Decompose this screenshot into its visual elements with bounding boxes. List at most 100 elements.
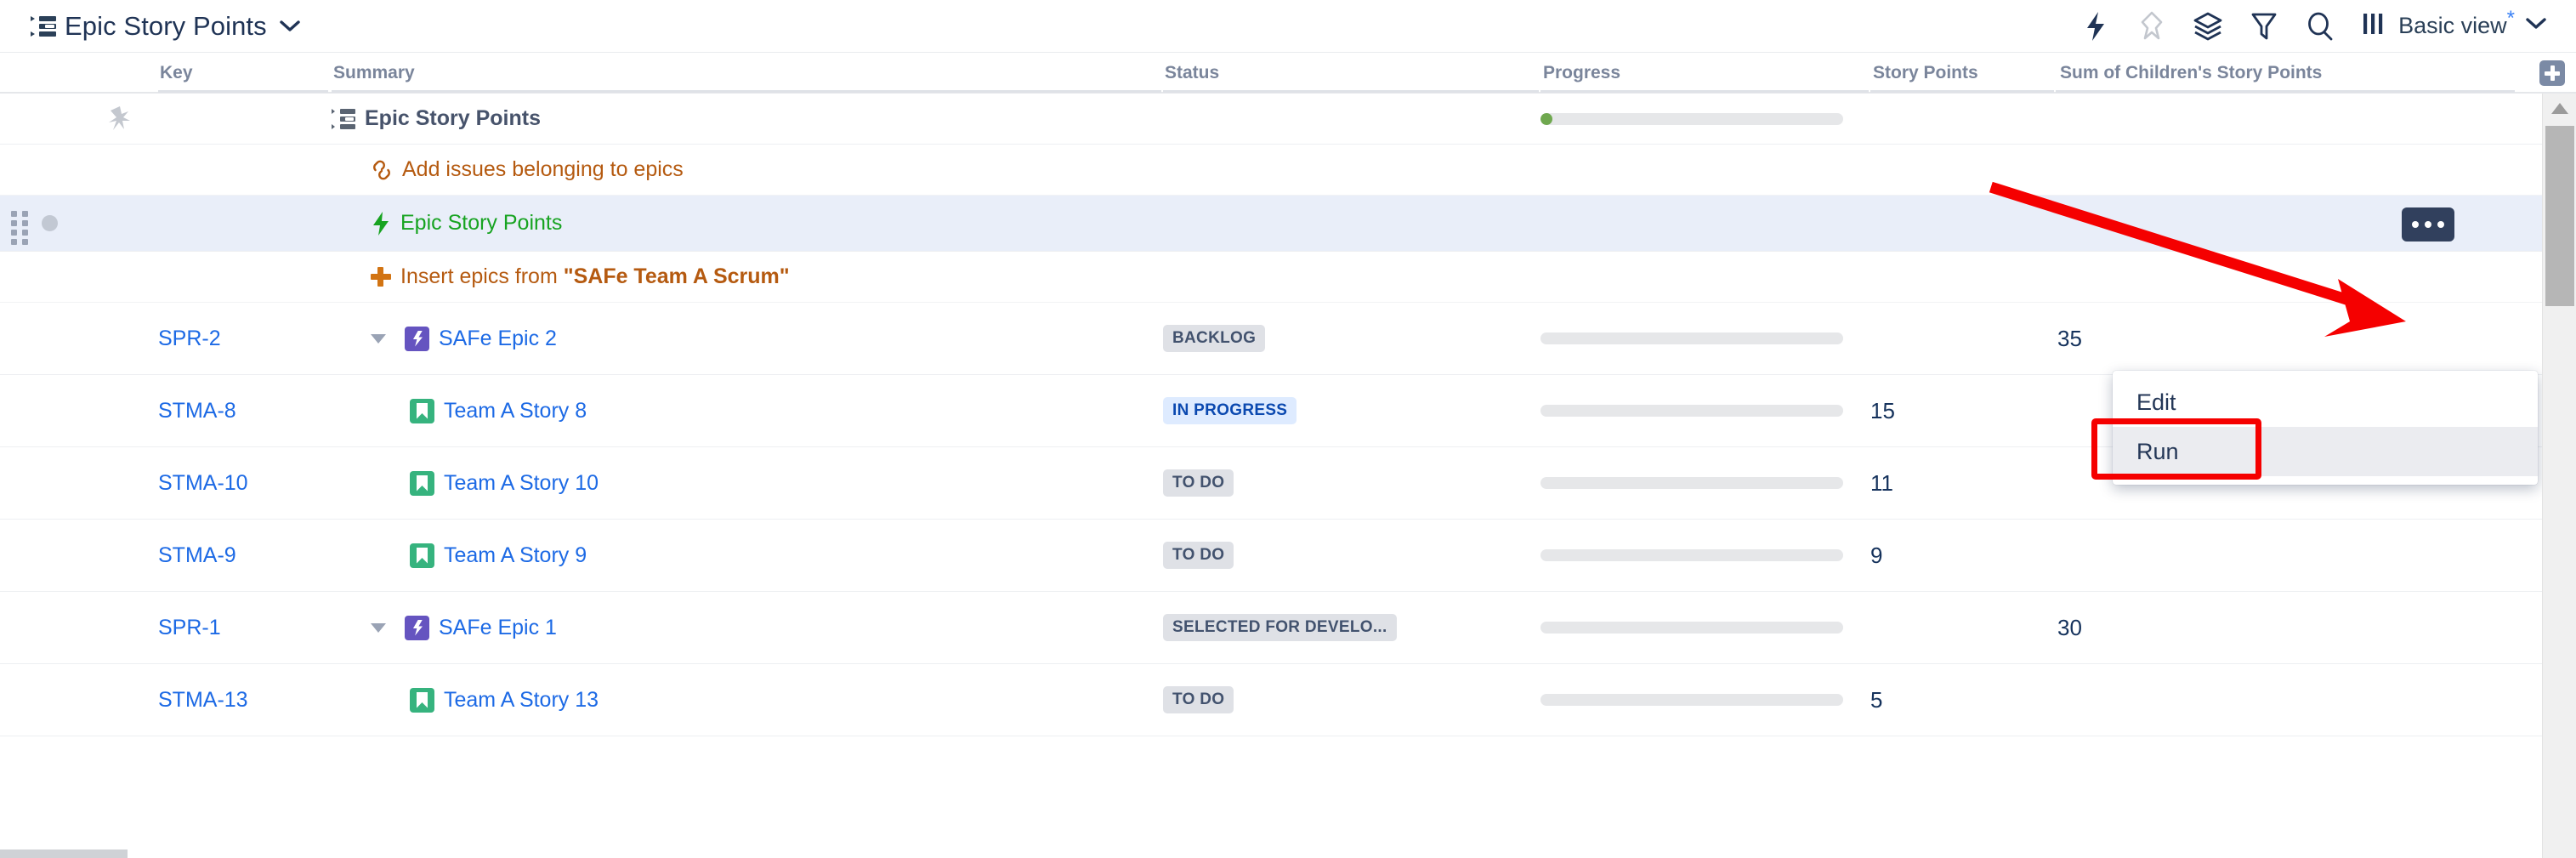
vertical-scrollbar[interactable]: [2542, 94, 2576, 858]
row-summary-text: Epic Story Points: [365, 106, 541, 131]
column-header-row: Key Summary Status Progress Story Points…: [0, 53, 2576, 94]
magic-wand-icon: [94, 94, 145, 144]
row-key-link[interactable]: STMA-8: [158, 399, 236, 423]
view-modified-marker: *: [2507, 7, 2515, 30]
row-summary-text[interactable]: Epic Story Points: [400, 211, 562, 236]
row-summary: SAFe Epic 1: [332, 592, 1139, 663]
link-icon: [371, 159, 393, 181]
row-summary-prefix: Insert epics from: [400, 264, 564, 288]
row-summary-text[interactable]: Team A Story 9: [444, 543, 587, 568]
row-summary-text[interactable]: Team A Story 8: [444, 399, 587, 423]
row-summary-text[interactable]: Add issues belonging to epics: [402, 157, 684, 182]
row-summary: Team A Story 10: [332, 447, 1139, 519]
chevron-down-icon[interactable]: [2525, 16, 2547, 36]
row-key-link[interactable]: STMA-13: [158, 688, 248, 713]
row-summary-text[interactable]: Team A Story 13: [444, 688, 599, 713]
row-summary-text[interactable]: Team A Story 10: [444, 471, 599, 496]
scroll-up-button[interactable]: [2543, 94, 2576, 122]
row-key-link[interactable]: STMA-10: [158, 471, 248, 496]
pin-icon[interactable]: [2133, 8, 2170, 45]
row-key[interactable]: STMA-13: [158, 664, 311, 736]
row-marker: [42, 215, 58, 231]
row-summary: Epic Story Points: [332, 94, 1139, 144]
progress-bar: [1540, 405, 1843, 417]
status-cell: SELECTED FOR DEVELO...: [1163, 592, 1520, 663]
status-badge: IN PROGRESS: [1163, 397, 1297, 424]
automation-icon[interactable]: [2077, 8, 2114, 45]
table-row[interactable]: Epic Story Points: [0, 94, 2542, 145]
row-key[interactable]: STMA-9: [158, 520, 311, 591]
page-title: Epic Story Points: [65, 11, 267, 42]
story-points-value: 15: [1870, 398, 1895, 424]
table-row[interactable]: STMA-13 Team A Story 13 TO DO 5: [0, 664, 2542, 736]
column-header-status[interactable]: Status: [1165, 63, 1219, 83]
structure-title-block[interactable]: Epic Story Points: [31, 11, 301, 42]
progress-bar: [1540, 549, 1843, 561]
scrollbar-thumb[interactable]: [2545, 126, 2574, 306]
structure-icon: [332, 109, 355, 129]
row-summary: Insert epics from "SAFe Team A Scrum": [332, 252, 1139, 302]
progress-cell: [1540, 94, 1847, 144]
row-key[interactable]: STMA-10: [158, 447, 311, 519]
row-key[interactable]: SPR-1: [158, 592, 311, 663]
row-actions-button[interactable]: [2402, 207, 2454, 241]
story-icon: [410, 399, 434, 423]
table-row[interactable]: Add issues belonging to epics: [0, 145, 2542, 196]
story-points-cell: 9: [1870, 520, 1998, 591]
horizontal-scrollbar-thumb[interactable]: [0, 849, 128, 858]
column-header-key[interactable]: Key: [160, 63, 193, 83]
column-header-sum-children[interactable]: Sum of Children's Story Points: [2060, 63, 2322, 83]
menu-item-run[interactable]: Run: [2113, 427, 2538, 476]
row-summary-text[interactable]: SAFe Epic 2: [439, 327, 557, 351]
table-row[interactable]: Insert epics from "SAFe Team A Scrum": [0, 252, 2542, 303]
plus-icon: [371, 266, 391, 288]
table-row[interactable]: SPR-1 SAFe Epic 1 SELECTED FOR DEVELO...…: [0, 592, 2542, 664]
progress-cell: [1540, 664, 1847, 736]
row-summary: Add issues belonging to epics: [332, 145, 1139, 195]
caret-down-icon[interactable]: [371, 334, 386, 344]
ellipsis-icon: [2425, 221, 2431, 228]
row-key-link[interactable]: SPR-2: [158, 327, 221, 351]
story-points-cell: 11: [1870, 447, 1998, 519]
row-key-link[interactable]: SPR-1: [158, 616, 221, 640]
status-badge: TO DO: [1163, 542, 1234, 569]
column-header-summary[interactable]: Summary: [333, 63, 415, 83]
table-row-selected[interactable]: Epic Story Points: [0, 196, 2542, 252]
status-cell: IN PROGRESS: [1163, 375, 1520, 446]
progress-cell: [1540, 520, 1847, 591]
ellipsis-icon: [2437, 221, 2444, 228]
search-icon[interactable]: [2301, 8, 2339, 45]
story-points-cell: 5: [1870, 664, 1998, 736]
story-icon: [410, 471, 434, 496]
row-key-link[interactable]: STMA-9: [158, 543, 236, 568]
row-key[interactable]: SPR-2: [158, 303, 311, 374]
add-column-button[interactable]: [2539, 60, 2565, 86]
row-summary: SAFe Epic 2: [332, 303, 1139, 374]
status-cell: BACKLOG: [1163, 303, 1520, 374]
drag-handle[interactable]: [11, 211, 30, 236]
app-header: Epic Story Points: [0, 0, 2576, 53]
story-points-value: 5: [1870, 687, 1882, 713]
table-row[interactable]: SPR-2 SAFe Epic 2 BACKLOG 35: [0, 303, 2542, 375]
status-badge: BACKLOG: [1163, 325, 1265, 352]
chevron-down-icon[interactable]: [279, 19, 301, 34]
table-row[interactable]: STMA-9 Team A Story 9 TO DO 9: [0, 520, 2542, 592]
sum-children-cell: 35: [2057, 303, 2253, 374]
status-badge: TO DO: [1163, 469, 1234, 497]
caret-down-icon[interactable]: [371, 623, 386, 633]
progress-bar: [1540, 477, 1843, 489]
structure-icon: [31, 15, 56, 37]
row-summary-quoted: "SAFe Team A Scrum": [564, 264, 790, 288]
view-selector[interactable]: Basic view*: [2358, 11, 2550, 41]
row-key[interactable]: STMA-8: [158, 375, 311, 446]
row-summary-text[interactable]: SAFe Epic 1: [439, 616, 557, 640]
story-icon: [410, 688, 434, 713]
menu-item-edit[interactable]: Edit: [2113, 378, 2538, 427]
filter-icon[interactable]: [2245, 8, 2283, 45]
epic-icon: [405, 616, 429, 640]
status-cell: TO DO: [1163, 520, 1520, 591]
layers-icon[interactable]: [2189, 8, 2227, 45]
column-header-progress[interactable]: Progress: [1543, 63, 1620, 83]
progress-bar: [1540, 113, 1843, 125]
column-header-story-points[interactable]: Story Points: [1873, 63, 1978, 83]
